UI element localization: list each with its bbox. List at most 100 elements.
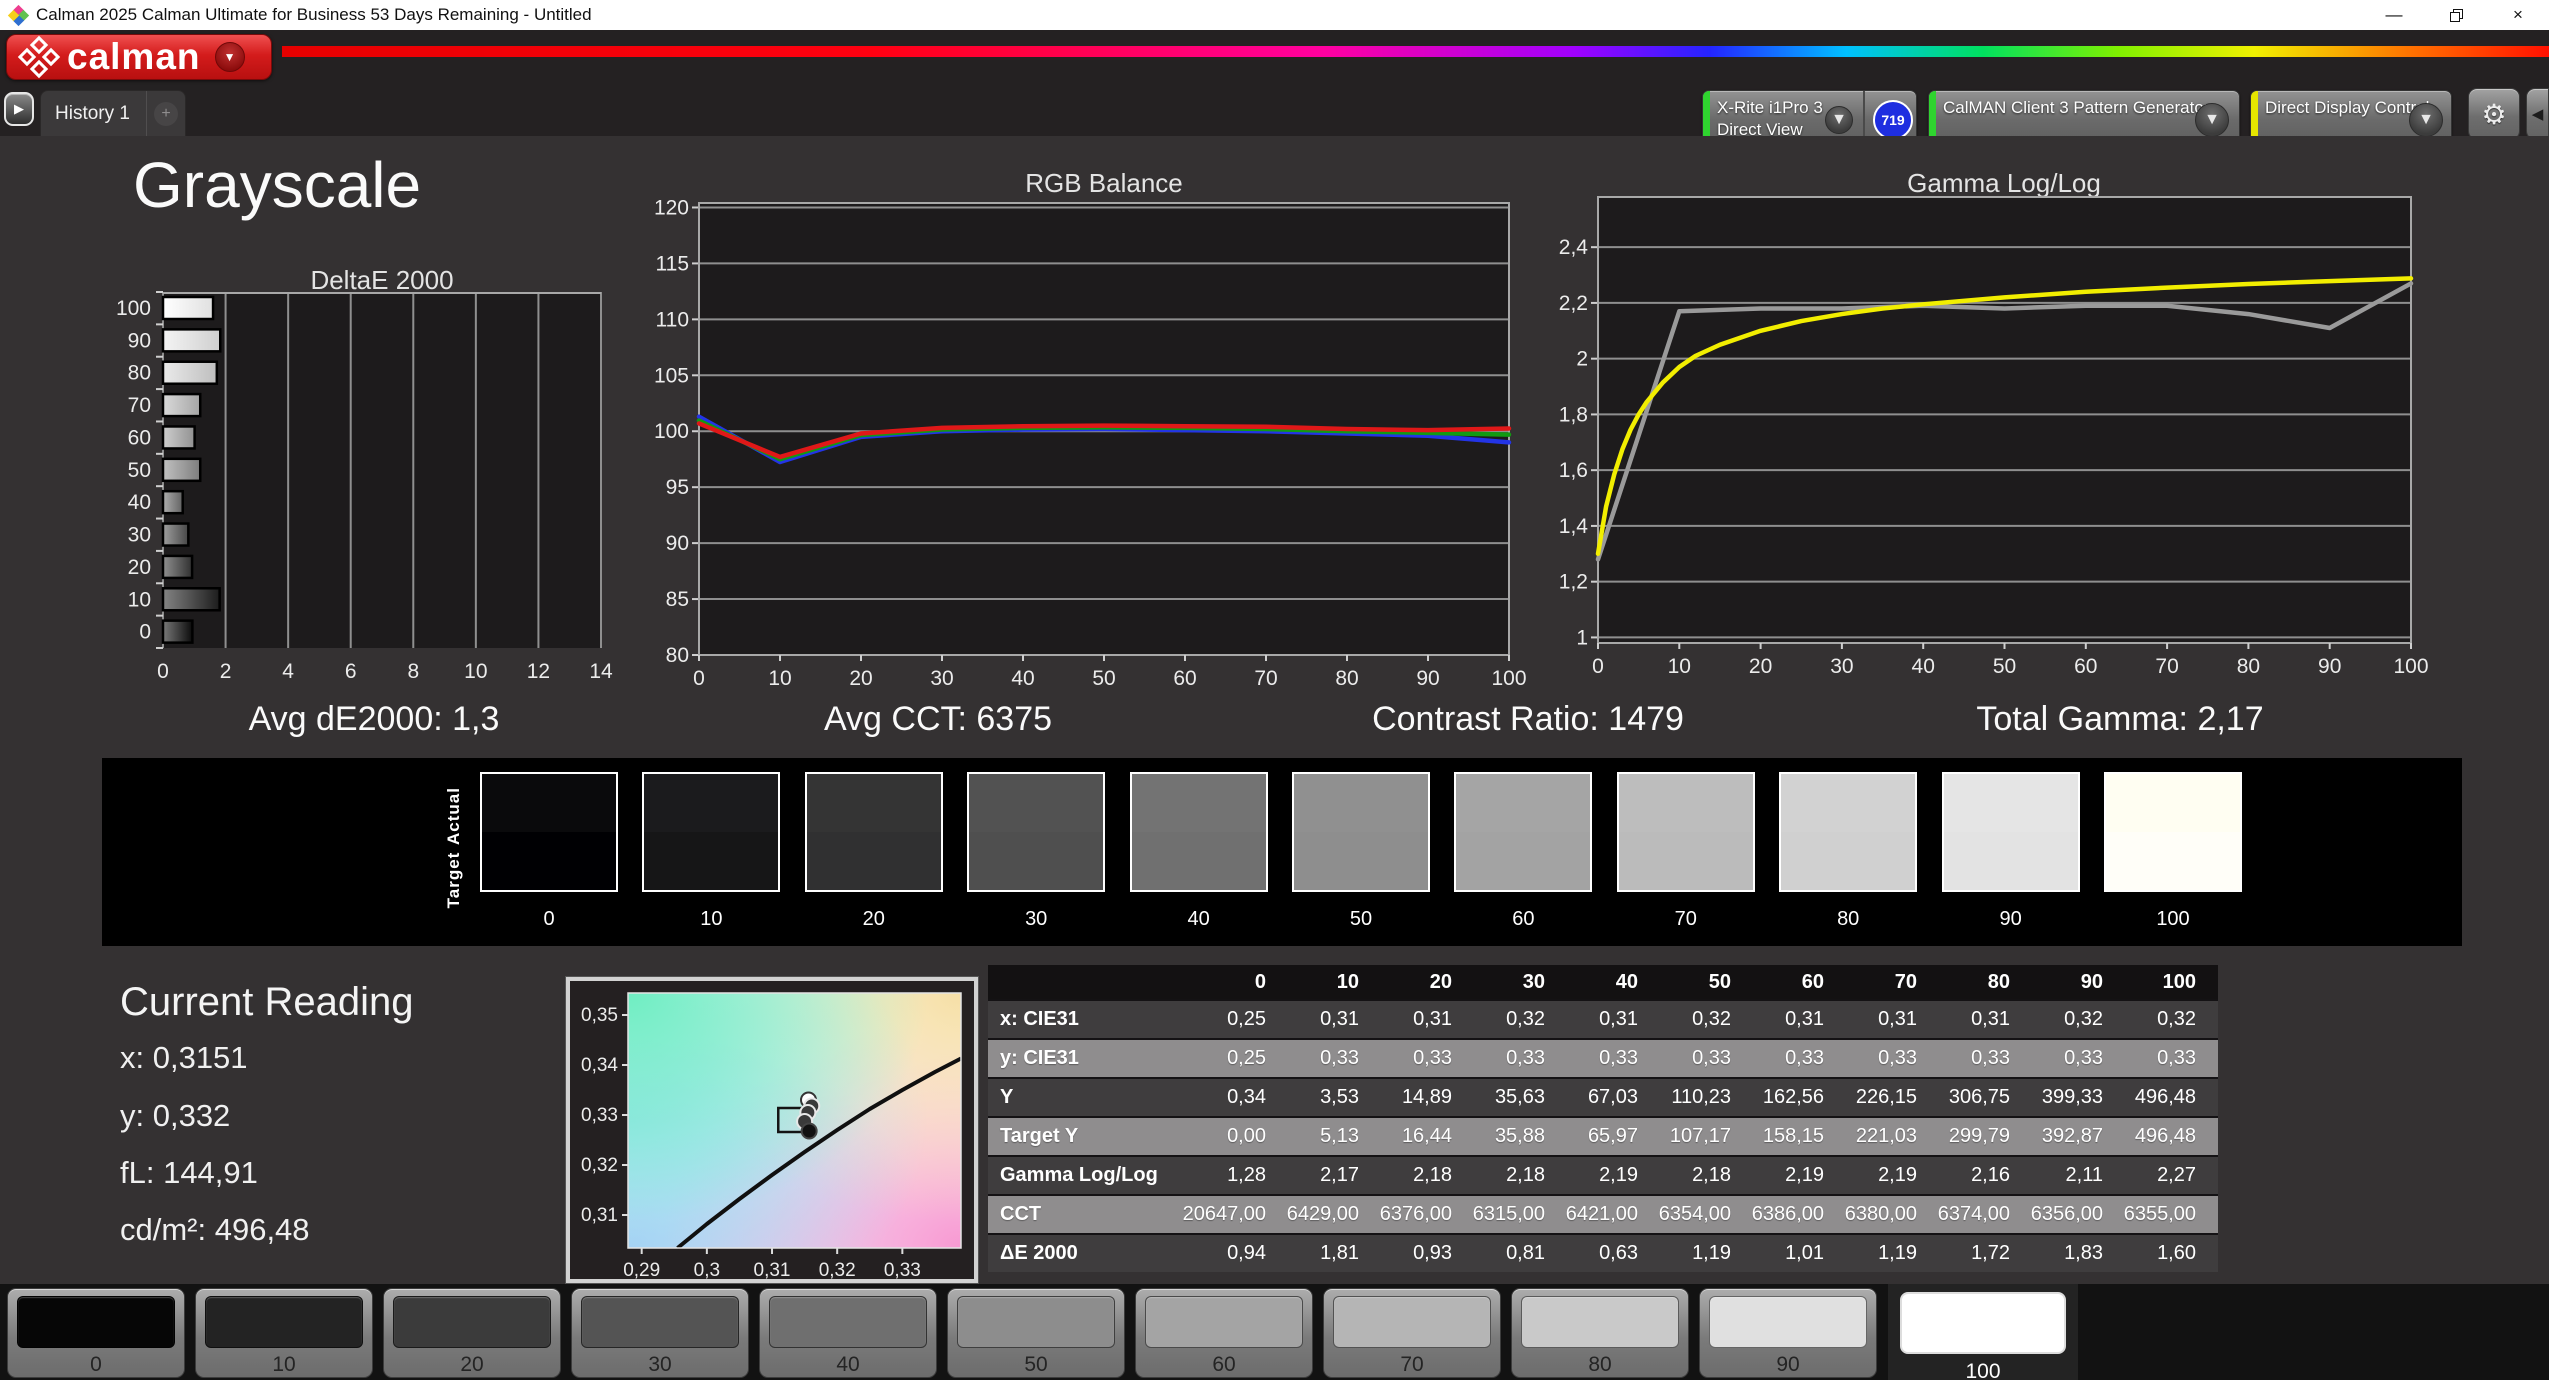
table-row-label: ΔE 2000 [988, 1235, 1195, 1272]
plus-icon: + [154, 101, 178, 126]
grayscale-swatch-30 [967, 772, 1106, 892]
svg-text:90: 90 [1416, 667, 1439, 690]
actual-half [644, 774, 779, 832]
window-title: Calman 2025 Calman Ultimate for Business… [36, 5, 592, 24]
pattern-button-20[interactable]: 20 [383, 1288, 561, 1378]
calman-app-icon [7, 4, 30, 27]
table-cell: 158,15 [1753, 1118, 1846, 1155]
chevron-down-icon[interactable]: ▼ [2195, 103, 2229, 137]
table-cell: 1,60 [2125, 1235, 2218, 1272]
svg-text:90: 90 [2318, 655, 2341, 678]
run-session-button[interactable]: ▶ [4, 92, 34, 126]
svg-text:60: 60 [128, 426, 151, 449]
svg-text:2,2: 2,2 [1559, 292, 1588, 315]
grayscale-swatch-strip: Actual Target 0 10 20 30 40 50 60 70 80 90 100 [102, 758, 2462, 946]
swatch-level-label: 10 [700, 908, 723, 930]
table-cell: 6380,00 [1845, 1196, 1939, 1233]
table-cell: 1,81 [1288, 1235, 1381, 1272]
chevron-left-icon: ◀ [2531, 106, 2544, 123]
add-tab-button[interactable]: + [147, 101, 185, 126]
target-half [644, 832, 779, 890]
restore-button[interactable] [2425, 0, 2487, 30]
settings-button[interactable]: ⚙ [2468, 88, 2520, 140]
pattern-button-70[interactable]: 70 [1323, 1288, 1501, 1378]
svg-text:100: 100 [2393, 655, 2428, 678]
grayscale-swatch-80 [1779, 772, 1918, 892]
table-cell: 107,17 [1660, 1118, 1753, 1155]
svg-text:20: 20 [1749, 655, 1772, 678]
svg-text:1,4: 1,4 [1559, 515, 1589, 538]
table-cell: 0,31 [1288, 1001, 1381, 1038]
pattern-swatch [581, 1296, 739, 1348]
table-cell: 6421,00 [1566, 1196, 1660, 1233]
table-cell: 0,31 [1939, 1001, 2032, 1038]
svg-text:40: 40 [1011, 667, 1034, 690]
pattern-button-50[interactable]: 50 [947, 1288, 1125, 1378]
pattern-button-40[interactable]: 40 [759, 1288, 937, 1378]
table-cell: 0,63 [1567, 1235, 1660, 1272]
pattern-label: 90 [1776, 1353, 1800, 1376]
table-cell: 221,03 [1846, 1118, 1939, 1155]
chevron-down-icon[interactable]: ▼ [214, 42, 245, 72]
pattern-button-80[interactable]: 80 [1511, 1288, 1689, 1378]
pattern-button-30[interactable]: 30 [571, 1288, 749, 1378]
table-cell: 0,31 [1567, 1001, 1660, 1038]
calman-logo-text: calman [67, 36, 201, 77]
svg-text:50: 50 [128, 459, 151, 482]
pattern-button-60[interactable]: 60 [1135, 1288, 1313, 1378]
deltae-bar-10 [161, 587, 221, 612]
table-cell: 299,79 [1939, 1118, 2032, 1155]
swatch-level-label: 100 [2156, 908, 2190, 930]
svg-text:1,6: 1,6 [1559, 459, 1588, 482]
tab-history-1[interactable]: History 1 [41, 103, 146, 125]
table-col-header-100: 100 [2125, 965, 2218, 999]
pattern-button-10[interactable]: 10 [195, 1288, 373, 1378]
table-cell: 6354,00 [1659, 1196, 1753, 1233]
table-cell: 2,18 [1474, 1157, 1567, 1194]
pattern-label: 60 [1212, 1353, 1236, 1376]
calman-menu-button[interactable]: calman ▼ [6, 34, 272, 80]
svg-text:20: 20 [849, 667, 872, 690]
reading-x: x: 0,3151 [120, 1040, 248, 1075]
rgb-chart-title: RGB Balance [1025, 168, 1183, 198]
chevron-down-icon[interactable]: ▼ [1825, 106, 1853, 134]
table-col-header-60: 60 [1753, 965, 1846, 999]
table-cell: 1,19 [1846, 1235, 1939, 1272]
play-icon: ▶ [14, 101, 24, 116]
meter-name: X-Rite i1Pro 3 [1717, 98, 1823, 117]
table-col-header-50: 50 [1660, 965, 1753, 999]
table-row-label: Gamma Log/Log [988, 1157, 1195, 1194]
reading-fl: fL: 144,91 [120, 1155, 258, 1190]
svg-text:120: 120 [654, 196, 689, 219]
table-cell: 0,33 [2125, 1040, 2218, 1077]
close-button[interactable]: × [2487, 0, 2549, 30]
swatch-level-label: 20 [862, 908, 885, 930]
svg-text:2: 2 [1576, 348, 1588, 371]
pattern-button-100-selected[interactable]: 100 [1888, 1284, 2078, 1380]
svg-text:50: 50 [1993, 655, 2016, 678]
table-cell: 0,31 [1753, 1001, 1846, 1038]
grayscale-swatch-0 [480, 772, 618, 892]
svg-text:0: 0 [1592, 655, 1604, 678]
svg-text:2: 2 [220, 660, 232, 683]
table-cell: 2,19 [1846, 1157, 1939, 1194]
calman-logo-icon [17, 35, 61, 79]
pattern-label: 80 [1588, 1353, 1612, 1376]
reading-cdm2: cd/m²: 496,48 [120, 1212, 310, 1247]
table-cell: 0,33 [1846, 1040, 1939, 1077]
current-reading-title: Current Reading [120, 980, 414, 1024]
page-title: Grayscale [133, 149, 422, 221]
svg-text:90: 90 [128, 329, 151, 352]
table-cell: 0,33 [1567, 1040, 1660, 1077]
pattern-button-0[interactable]: 0 [7, 1288, 185, 1378]
collapse-panel-button[interactable]: ◀ [2526, 88, 2549, 140]
svg-text:115: 115 [656, 252, 689, 275]
contrast-ratio-value: Contrast Ratio: 1479 [1372, 700, 1684, 738]
table-cell: 496,48 [2125, 1118, 2218, 1155]
actual-half [969, 774, 1104, 832]
minimize-button[interactable]: — [2363, 0, 2425, 30]
table-cell: 496,48 [2125, 1079, 2218, 1116]
pattern-button-90[interactable]: 90 [1699, 1288, 1877, 1378]
chevron-down-icon[interactable]: ▼ [2409, 103, 2443, 137]
swatch-level-label: 60 [1512, 908, 1535, 930]
